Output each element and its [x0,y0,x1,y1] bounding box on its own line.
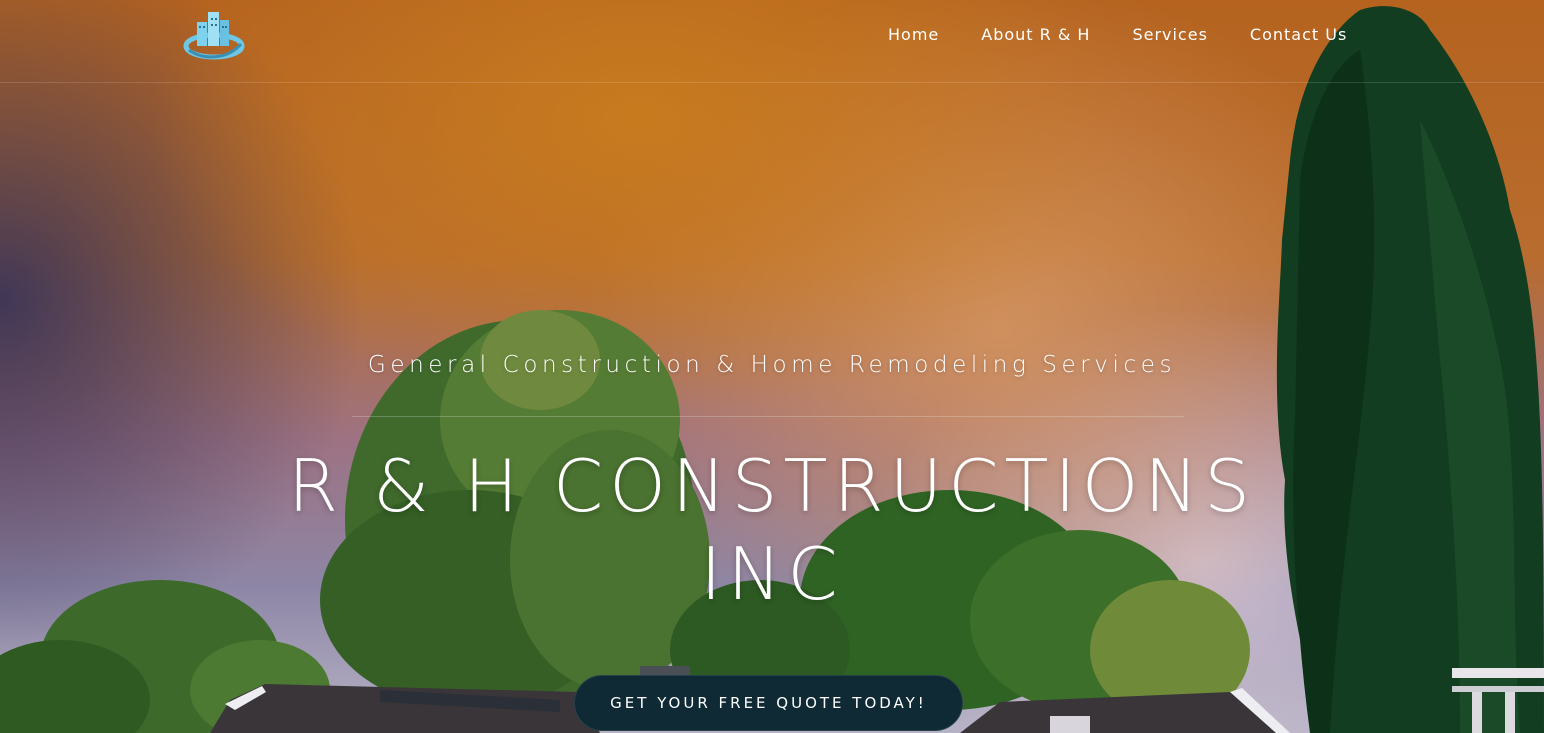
nav-item-home[interactable]: Home [888,25,939,44]
hero-tagline: General Construction & Home Remodeling S… [367,352,1177,378]
nav-item-services[interactable]: Services [1132,25,1207,44]
hero-title: R & H CONSTRUCTIONS INC [0,442,1544,618]
nav-item-contact[interactable]: Contact Us [1250,25,1347,44]
top-nav-bar: Home About R & H Services Contact Us [0,0,1544,83]
company-logo[interactable] [183,8,245,62]
nav-item-about[interactable]: About R & H [981,25,1090,44]
hero-divider [352,416,1184,417]
hero-section: Home About R & H Services Contact Us Gen… [0,0,1544,733]
buildings-logo-icon [183,12,245,60]
free-quote-button[interactable]: GET YOUR FREE QUOTE TODAY! [574,675,963,731]
main-nav: Home About R & H Services Contact Us [888,25,1347,44]
hero-title-line1: R & H CONSTRUCTIONS [288,444,1256,528]
hero-title-line2: INC [700,532,844,616]
